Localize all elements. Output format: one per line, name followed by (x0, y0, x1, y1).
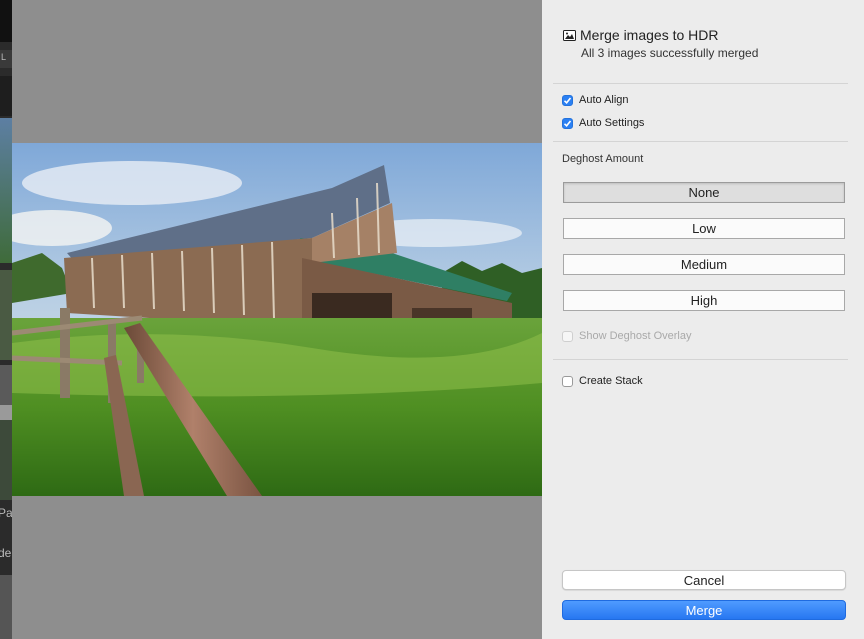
auto-align-checkbox[interactable] (562, 94, 573, 106)
hdr-preview-image (12, 143, 542, 496)
dialog-title: Merge images to HDR (580, 27, 719, 43)
hdr-merge-panel: Merge images to HDR All 3 images success… (542, 0, 864, 639)
create-stack-option[interactable]: Create Stack (562, 375, 643, 387)
merge-button[interactable]: Merge (562, 600, 846, 620)
auto-settings-label: Auto Settings (579, 117, 645, 129)
hdr-preview-area (12, 0, 542, 639)
auto-settings-checkbox[interactable] (562, 117, 573, 129)
deghost-high-button[interactable]: High (563, 290, 845, 311)
auto-align-option[interactable]: Auto Align (562, 94, 629, 106)
show-deghost-overlay-label: Show Deghost Overlay (579, 330, 692, 342)
divider (553, 141, 848, 142)
show-deghost-overlay-checkbox[interactable] (562, 330, 573, 342)
bg-label: Pa (0, 506, 12, 520)
cancel-button[interactable]: Cancel (562, 570, 846, 590)
merge-status-text: All 3 images successfully merged (581, 46, 759, 60)
auto-settings-option[interactable]: Auto Settings (562, 117, 644, 129)
image-icon (563, 29, 576, 41)
bg-label: L (1, 52, 7, 62)
bg-label: de (0, 546, 12, 560)
divider (553, 359, 848, 360)
create-stack-checkbox[interactable] (562, 375, 573, 387)
background-app-strip: L Pa de (0, 0, 12, 639)
deghost-amount-label: Deghost Amount (562, 153, 644, 165)
dialog-header: Merge images to HDR (563, 27, 719, 43)
deghost-none-button[interactable]: None (563, 182, 845, 203)
checkmark-icon (563, 119, 572, 127)
divider (553, 83, 848, 84)
create-stack-label: Create Stack (579, 375, 643, 387)
deghost-medium-button[interactable]: Medium (563, 254, 845, 275)
show-deghost-overlay-option[interactable]: Show Deghost Overlay (562, 330, 692, 342)
auto-align-label: Auto Align (579, 94, 629, 106)
deghost-low-button[interactable]: Low (563, 218, 845, 239)
checkmark-icon (563, 96, 572, 104)
